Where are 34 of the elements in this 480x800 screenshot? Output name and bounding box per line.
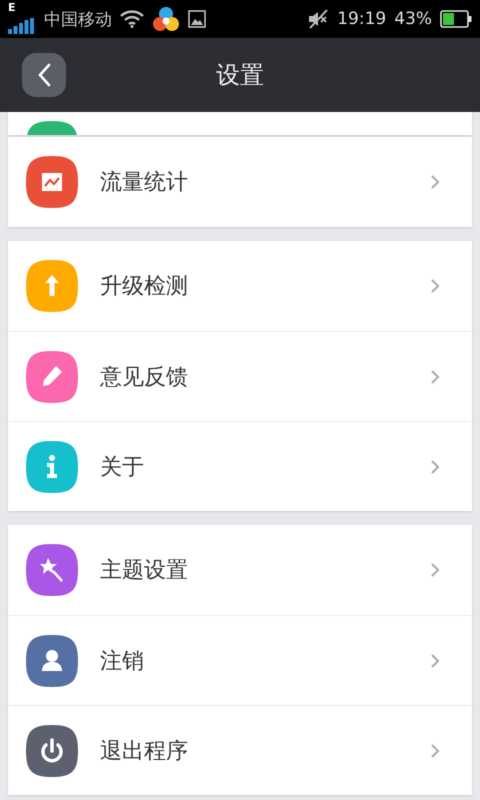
battery-icon: [440, 10, 472, 28]
chevron-right-icon: [430, 458, 440, 474]
menu-item[interactable]: 流量统计: [8, 137, 472, 227]
network-type: E: [8, 2, 16, 14]
signal-icon: [8, 18, 34, 34]
item-label: 关于: [100, 454, 145, 482]
menu-item[interactable]: 主题设置: [8, 525, 472, 615]
back-button[interactable]: [22, 53, 66, 97]
chevron-right-icon: [430, 368, 440, 384]
menu-item[interactable]: 关于: [8, 421, 472, 511]
chevron-right-icon: [430, 174, 440, 190]
back-chevron-icon: [37, 63, 51, 87]
app-icon: [152, 6, 180, 32]
item-label: 意见反馈: [100, 364, 189, 392]
chevron-right-icon: [430, 562, 440, 578]
clock-time: 19:19: [337, 9, 386, 29]
wifi-icon: [120, 10, 144, 28]
menu-item[interactable]: 注销: [8, 615, 472, 705]
item-label: 退出程序: [100, 738, 189, 766]
item-label: 流量统计: [100, 169, 189, 197]
item-label: 注销: [100, 648, 145, 676]
menu-item[interactable]: 意见反馈: [8, 331, 472, 421]
page-title: 设置: [216, 60, 264, 91]
carrier-name: 中国移动: [44, 8, 112, 30]
menu-item[interactable]: 升级检测: [8, 241, 472, 331]
image-icon: [188, 10, 206, 28]
chevron-right-icon: [430, 278, 440, 294]
chevron-right-icon: [430, 742, 440, 758]
mute-icon: [307, 9, 330, 29]
chevron-right-icon: [430, 652, 440, 668]
item-label: 升级检测: [100, 273, 189, 301]
menu-item[interactable]: 退出程序: [8, 705, 472, 795]
item-label: 主题设置: [100, 557, 189, 585]
battery-percent: 43%: [394, 9, 432, 29]
